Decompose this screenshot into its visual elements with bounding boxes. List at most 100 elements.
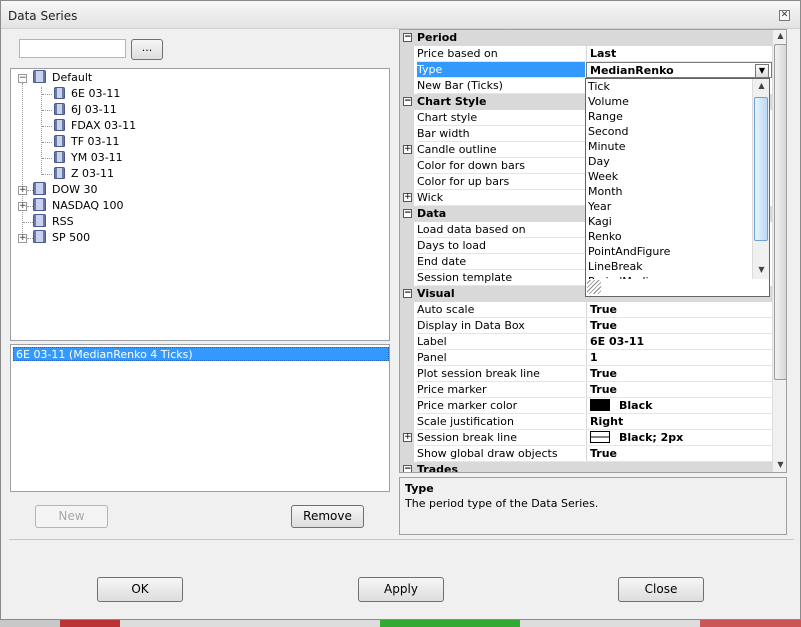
tree-node-instrument[interactable]: 6E 03-11 <box>54 86 120 102</box>
tree-node-list[interactable]: RSS <box>33 214 74 230</box>
prop-value[interactable]: True <box>586 446 772 462</box>
type-option[interactable]: Kagi <box>588 214 751 229</box>
tree-node-default[interactable]: Default <box>33 70 92 86</box>
category-trades[interactable]: − Trades <box>400 462 772 472</box>
prop-value[interactable]: 1 <box>586 350 772 366</box>
type-option[interactable]: Range <box>588 109 751 124</box>
tree-node-list[interactable]: DOW 30 <box>33 182 98 198</box>
prop-value[interactable]: Right <box>586 414 772 430</box>
background-window-edge <box>0 620 801 627</box>
dropdown-scrollbar[interactable]: ▲ ▼ <box>752 79 769 279</box>
expand-icon[interactable]: + <box>18 234 27 243</box>
prop-price-marker[interactable]: Price marker True <box>400 382 772 398</box>
prop-label: Price marker color <box>417 398 585 414</box>
close-button[interactable]: Close <box>618 577 704 602</box>
browse-button[interactable]: ... <box>131 39 163 60</box>
grid-gutter <box>400 158 414 174</box>
scroll-down-icon[interactable]: ▼ <box>756 265 767 276</box>
collapse-icon[interactable]: − <box>403 465 412 472</box>
series-list-item[interactable]: 6E 03-11 (MedianRenko 4 Ticks) <box>13 347 389 361</box>
collapse-icon[interactable]: − <box>403 209 412 218</box>
prop-value[interactable]: True <box>586 382 772 398</box>
prop-value[interactable]: Last <box>586 46 772 62</box>
type-option[interactable]: PointAndFigure <box>588 244 751 259</box>
instrument-tree[interactable]: − Default 6E 03-11 6J 03-11 FDAX 03-11 T… <box>10 68 390 341</box>
prop-value[interactable]: True <box>586 302 772 318</box>
prop-value[interactable]: Black; 2px <box>586 430 772 446</box>
close-icon[interactable]: ✕ <box>779 10 790 21</box>
prop-label: Scale justification <box>417 414 585 430</box>
ok-button[interactable]: OK <box>97 577 183 602</box>
remove-button[interactable]: Remove <box>291 505 364 528</box>
series-list[interactable]: 6E 03-11 (MedianRenko 4 Ticks) <box>10 344 390 492</box>
collapse-icon[interactable]: − <box>403 289 412 298</box>
type-option[interactable]: Year <box>588 199 751 214</box>
prop-show-global-draw-objects[interactable]: Show global draw objects True <box>400 446 772 462</box>
database-icon <box>54 119 65 131</box>
expand-icon[interactable]: + <box>403 433 412 442</box>
scroll-up-icon[interactable]: ▲ <box>775 31 786 42</box>
tree-node-instrument[interactable]: Z 03-11 <box>54 166 114 182</box>
tree-guide <box>41 87 42 175</box>
type-option[interactable]: Month <box>588 184 751 199</box>
type-option[interactable]: Week <box>588 169 751 184</box>
database-icon <box>54 87 65 99</box>
prop-plot-session-break-line[interactable]: Plot session break line True <box>400 366 772 382</box>
scroll-up-icon[interactable]: ▲ <box>756 81 767 92</box>
type-select[interactable]: MedianRenko ▼ <box>586 62 772 78</box>
tree-node-list[interactable]: SP 500 <box>33 230 90 246</box>
grid-gutter <box>400 302 414 318</box>
collapse-icon[interactable]: − <box>403 33 412 42</box>
expand-icon[interactable]: + <box>403 193 412 202</box>
expand-icon[interactable]: + <box>18 186 27 195</box>
expand-icon[interactable]: + <box>18 202 27 211</box>
tree-node-instrument[interactable]: YM 03-11 <box>54 150 123 166</box>
prop-label: Price based on <box>417 46 585 62</box>
type-option[interactable]: LineBreak <box>588 259 751 274</box>
dropdown-scroll-thumb[interactable] <box>754 97 768 241</box>
prop-auto-scale[interactable]: Auto scale True <box>400 302 772 318</box>
resize-grip-icon[interactable] <box>587 280 601 294</box>
type-option[interactable]: Volume <box>588 94 751 109</box>
collapse-icon[interactable]: − <box>18 74 27 83</box>
prop-type[interactable]: Type MedianRenko ▼ <box>400 62 772 78</box>
grid-scrollbar[interactable]: ▲ ▼ <box>772 30 786 472</box>
category-period[interactable]: − Period <box>400 30 772 46</box>
database-icon <box>33 70 46 83</box>
tree-node-label: RSS <box>52 215 74 228</box>
tree-node-instrument[interactable]: 6J 03-11 <box>54 102 117 118</box>
prop-value[interactable]: Black <box>586 398 772 414</box>
tree-node-list[interactable]: NASDAQ 100 <box>33 198 124 214</box>
tree-node-instrument[interactable]: TF 03-11 <box>54 134 120 150</box>
expand-icon[interactable]: + <box>403 145 412 154</box>
prop-price-based-on[interactable]: Price based on Last <box>400 46 772 62</box>
prop-label-field[interactable]: Label 6E 03-11 <box>400 334 772 350</box>
prop-scale-justification[interactable]: Scale justification Right <box>400 414 772 430</box>
prop-price-marker-color[interactable]: Price marker color Black <box>400 398 772 414</box>
collapse-icon[interactable]: − <box>403 97 412 106</box>
prop-value[interactable]: True <box>586 366 772 382</box>
prop-value[interactable]: True <box>586 318 772 334</box>
category-label: Chart Style <box>417 95 487 108</box>
grid-gutter <box>400 334 414 350</box>
prop-label: Plot session break line <box>417 366 585 382</box>
apply-button[interactable]: Apply <box>358 577 444 602</box>
search-input[interactable] <box>19 39 126 58</box>
prop-panel[interactable]: Panel 1 <box>400 350 772 366</box>
tree-node-instrument[interactable]: FDAX 03-11 <box>54 118 136 134</box>
grid-gutter <box>400 78 414 94</box>
type-option[interactable]: Minute <box>588 139 751 154</box>
type-option[interactable]: Tick <box>588 79 751 94</box>
prop-display-in-data-box[interactable]: Display in Data Box True <box>400 318 772 334</box>
type-option[interactable]: Day <box>588 154 751 169</box>
prop-value[interactable]: 6E 03-11 <box>586 334 772 350</box>
scroll-down-icon[interactable]: ▼ <box>775 460 786 471</box>
new-button[interactable]: New <box>35 505 108 528</box>
type-dropdown-list[interactable]: Tick Volume Range Second Minute Day Week… <box>585 78 770 297</box>
chevron-down-icon[interactable]: ▼ <box>755 64 769 78</box>
grid-scroll-thumb[interactable] <box>774 44 786 380</box>
type-option-partial[interactable]: PeriodMedi <box>588 274 751 279</box>
prop-session-break-line[interactable]: + Session break line Black; 2px <box>400 430 772 446</box>
type-option[interactable]: Renko <box>588 229 751 244</box>
type-option[interactable]: Second <box>588 124 751 139</box>
